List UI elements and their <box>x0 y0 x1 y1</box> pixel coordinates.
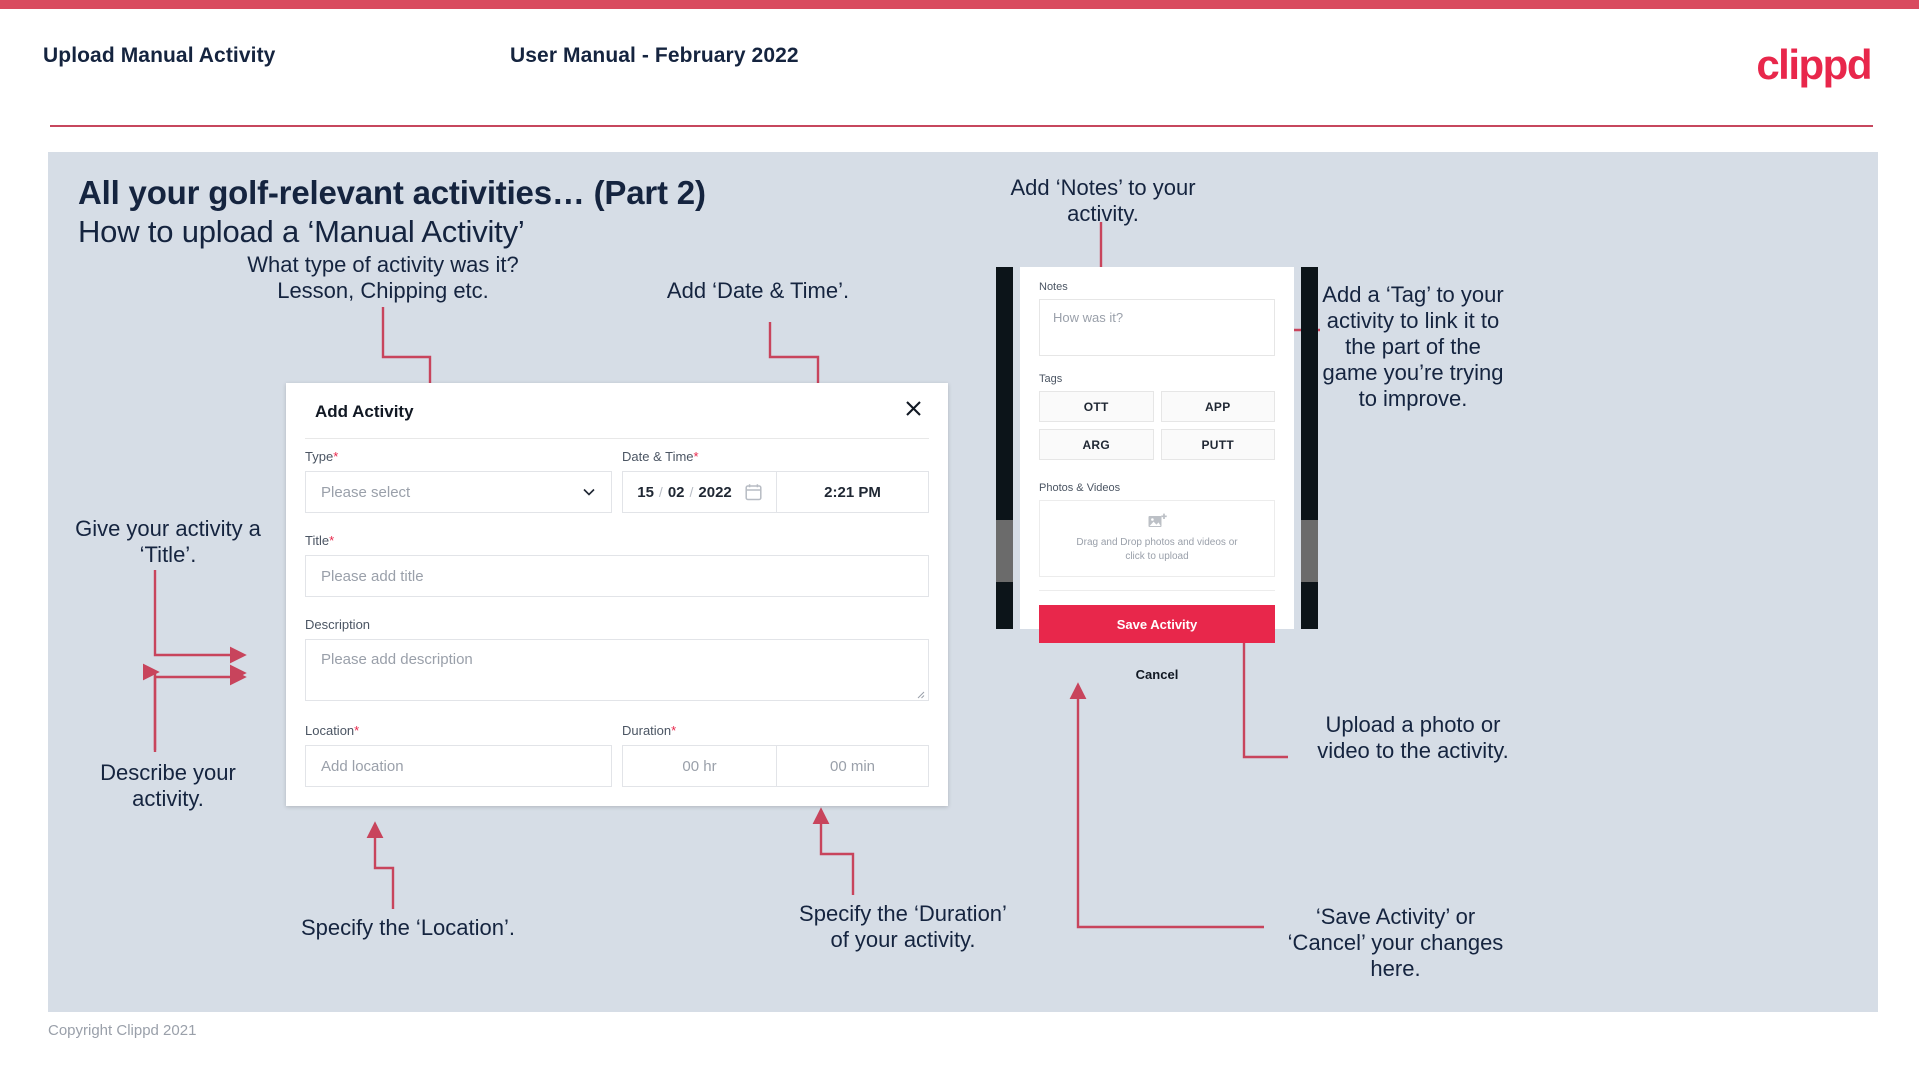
annotation-location: Specify the ‘Location’. <box>300 915 516 940</box>
dropzone-text: Drag and Drop photos and videos or click… <box>1076 536 1238 563</box>
phone-bezel-right-highlight <box>1301 520 1318 582</box>
location-label-text: Location <box>305 723 355 738</box>
header-divider <box>50 125 1873 127</box>
annotation-type: What type of activity was it? Lesson, Ch… <box>247 252 519 303</box>
date-sep-2: / <box>689 484 694 500</box>
slide-root: Upload Manual Activity User Manual - Feb… <box>0 0 1919 1079</box>
description-label: Description <box>305 617 371 632</box>
location-label: Location* <box>305 723 612 738</box>
slide-panel: All your golf-relevant activities… (Part… <box>48 152 1878 1012</box>
title-placeholder: Please add title <box>321 567 424 585</box>
time-value: 2:21 PM <box>824 483 881 501</box>
slide-subheading: How to upload a ‘Manual Activity’ <box>78 214 525 249</box>
duration-field-group: Duration* 00 hr 00 min <box>622 723 929 787</box>
location-placeholder: Add location <box>321 757 404 775</box>
notes-group: Notes How was it? <box>1039 281 1275 356</box>
slide-heading: All your golf-relevant activities… (Part… <box>78 174 706 211</box>
date-input[interactable]: 15 / 02 / 2022 <box>622 471 776 513</box>
tag-arg[interactable]: ARG <box>1039 429 1154 460</box>
type-field-group: Type* Please select <box>305 449 612 513</box>
type-select[interactable]: Please select <box>305 471 612 513</box>
duration-label-text: Duration <box>622 723 672 738</box>
title-label: Title* <box>305 533 929 548</box>
close-icon-glyph <box>905 400 921 416</box>
page-subtitle: User Manual - February 2022 <box>510 44 799 67</box>
location-required-marker: * <box>354 723 360 738</box>
tag-ott[interactable]: OTT <box>1039 391 1154 422</box>
phone-divider <box>1039 590 1275 591</box>
date-sep-1: / <box>658 484 663 500</box>
datetime-label-text: Date & Time <box>622 449 694 464</box>
footer-copyright: Copyright Clippd 2021 <box>48 1022 197 1039</box>
notes-textarea[interactable]: How was it? <box>1039 299 1275 356</box>
notes-label: Notes <box>1039 281 1068 293</box>
type-label: Type* <box>305 449 612 464</box>
description-placeholder: Please add description <box>321 651 473 668</box>
description-field-group: Description Please add description <box>305 617 929 701</box>
page-title: Upload Manual Activity <box>43 44 276 67</box>
tags-group: Tags OTT APP ARG PUTT <box>1039 373 1275 460</box>
annotation-duration: Specify the ‘Duration’ of your activity. <box>799 901 1007 952</box>
annotation-title: Give your activity a ‘Title’. <box>75 516 261 567</box>
duration-required-marker: * <box>671 723 677 738</box>
annotation-datetime: Add ‘Date & Time’. <box>666 278 850 303</box>
type-label-text: Type <box>305 449 334 464</box>
dialog-divider <box>305 438 929 439</box>
phone-bezel-left <box>996 267 1013 629</box>
phone-screen: Notes How was it? Tags OTT APP ARG PUTT <box>1020 267 1294 682</box>
tags-grid: OTT APP ARG PUTT <box>1039 391 1275 460</box>
title-required-marker: * <box>329 533 335 548</box>
annotation-save-cancel: ‘Save Activity’ or ‘Cancel’ your changes… <box>1287 904 1504 981</box>
phone-actions: Save Activity Cancel <box>1039 605 1275 682</box>
datetime-field-group: Date & Time* 15 / 02 / 2022 2:21 PM <box>622 449 929 513</box>
notes-placeholder: How was it? <box>1053 310 1124 325</box>
date-month: 02 <box>667 483 685 501</box>
type-required-marker: * <box>333 449 339 464</box>
top-accent-bar <box>0 0 1919 9</box>
annotation-upload: Upload a photo or video to the activity. <box>1317 712 1509 763</box>
add-image-icon <box>1148 513 1167 527</box>
duration-label: Duration* <box>622 723 929 738</box>
close-icon[interactable] <box>900 395 926 421</box>
duration-hours-placeholder: 00 hr <box>682 757 717 775</box>
title-field-group: Title* Please add title <box>305 533 929 597</box>
annotation-tags: Add a ‘Tag’ to your activity to link it … <box>1322 282 1504 411</box>
datetime-controls: 15 / 02 / 2022 2:21 PM <box>622 471 929 513</box>
phone-bezel-right <box>1301 267 1318 629</box>
duration-hours-input[interactable]: 00 hr <box>622 745 776 787</box>
tag-app[interactable]: APP <box>1160 391 1275 422</box>
photo-dropzone[interactable]: Drag and Drop photos and videos or click… <box>1039 500 1275 577</box>
dialog-title: Add Activity <box>315 402 414 421</box>
date-day: 15 <box>637 483 654 501</box>
photos-group: Photos & Videos Drag and Drop photos and… <box>1039 482 1275 577</box>
date-year: 2022 <box>698 483 732 501</box>
annotation-description: Describe your activity. <box>100 760 236 811</box>
title-input[interactable]: Please add title <box>305 555 929 597</box>
chevron-down-icon <box>583 488 595 496</box>
phone-mockup: Notes How was it? Tags OTT APP ARG PUTT <box>996 267 1318 682</box>
duration-minutes-placeholder: 00 min <box>829 757 876 775</box>
tags-label: Tags <box>1039 373 1063 385</box>
description-textarea[interactable]: Please add description <box>305 639 929 701</box>
duration-minutes-input[interactable]: 00 min <box>776 745 929 787</box>
resize-grip-icon[interactable] <box>916 690 925 699</box>
cancel-button[interactable]: Cancel <box>1039 667 1275 682</box>
save-activity-button[interactable]: Save Activity <box>1039 605 1275 643</box>
annotation-notes: Add ‘Notes’ to your activity. <box>1010 175 1196 226</box>
type-placeholder: Please select <box>321 483 411 501</box>
tag-putt[interactable]: PUTT <box>1160 429 1275 460</box>
datetime-required-marker: * <box>693 449 699 464</box>
photos-label: Photos & Videos <box>1039 482 1121 494</box>
phone-bezel-left-highlight <box>996 520 1013 582</box>
clippd-logo: clippd <box>1756 41 1872 88</box>
location-field-group: Location* Add location <box>305 723 612 787</box>
duration-controls: 00 hr 00 min <box>622 745 929 787</box>
time-input[interactable]: 2:21 PM <box>776 471 929 513</box>
datetime-label: Date & Time* <box>622 449 929 464</box>
calendar-icon[interactable] <box>745 483 762 501</box>
title-label-text: Title <box>305 533 330 548</box>
location-input[interactable]: Add location <box>305 745 612 787</box>
add-activity-dialog: Add Activity Type* Please select Date & … <box>286 383 948 806</box>
